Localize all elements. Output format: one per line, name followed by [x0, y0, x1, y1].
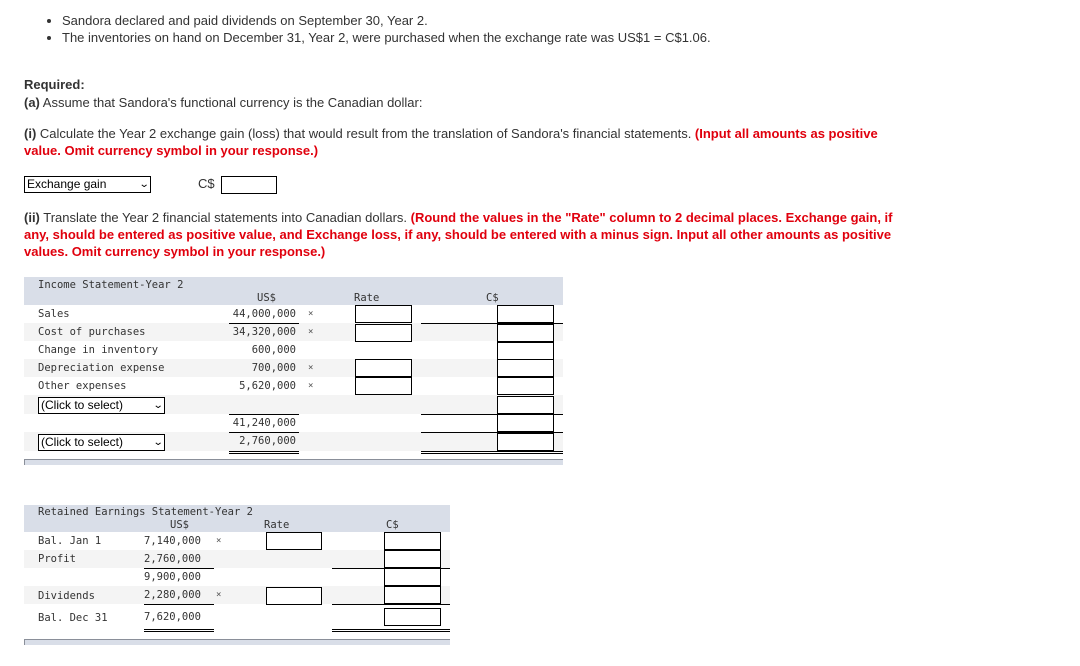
re-us-bal-jan-1: 7,140,000	[144, 535, 201, 547]
us-value-cost-of-purchases: 34,320,000	[232, 326, 296, 338]
income-col-cd: C$	[486, 292, 499, 304]
cd-input-total-expenses[interactable]	[497, 414, 554, 432]
bullet-inventories: The inventories on hand on December 31, …	[62, 29, 711, 46]
underline	[229, 432, 299, 433]
chevron-down-icon: ⌄	[152, 400, 164, 411]
translate-mark-icon: ×	[308, 309, 314, 319]
re-label-profit: Profit	[38, 553, 76, 565]
exchange-select-value: Exchange gain	[27, 177, 107, 191]
bullet-dividends: Sandora declared and paid dividends on S…	[62, 12, 711, 29]
re-cd-input-bal-jan-1[interactable]	[384, 532, 441, 550]
translate-mark-icon: ×	[216, 536, 222, 546]
re-cd-input-dividends[interactable]	[384, 586, 441, 604]
re-col-us: US$	[170, 519, 189, 531]
us-value-change-in-inventory: 600,000	[251, 344, 296, 356]
double-underline	[421, 451, 563, 454]
exchange-gain-loss-select[interactable]: Exchange gain ⌄	[24, 176, 151, 193]
row-label-change-in-inventory: Change in inventory	[38, 344, 159, 356]
rate-input-cost-of-purchases[interactable]	[355, 324, 412, 342]
cd-input-selected-line-1[interactable]	[497, 396, 554, 414]
re-cd-input-profit[interactable]	[384, 550, 441, 568]
part-a-label: (a)	[24, 95, 40, 110]
currency-prefix: C$	[198, 176, 215, 191]
part-a-text: (a) Assume that Sandora's functional cur…	[24, 95, 422, 110]
income-col-us: US$	[257, 292, 276, 304]
part-i-text: (i) Calculate the Year 2 exchange gain (…	[24, 125, 914, 159]
re-us-bal-dec-31: 7,620,000	[144, 611, 201, 623]
re-us-subtotal: 9,900,000	[144, 571, 201, 583]
translate-mark-icon: ×	[308, 381, 314, 391]
re-rate-input-dividends[interactable]	[266, 587, 322, 605]
part-ii-body: Translate the Year 2 financial statement…	[39, 210, 411, 225]
chevron-down-icon: ⌄	[138, 179, 150, 190]
us-profit: 2,760,000	[239, 435, 296, 447]
table-footer-bar	[24, 459, 563, 465]
double-underline	[229, 451, 299, 454]
re-cd-input-subtotal[interactable]	[384, 568, 441, 586]
income-title: Income Statement-Year 2	[38, 279, 184, 291]
re-col-rate: Rate	[264, 519, 290, 531]
income-statement-table: Income Statement-Year 2 US$ Rate C$ Sale…	[24, 277, 563, 465]
double-underline	[332, 629, 450, 632]
required-heading: Required:	[24, 77, 85, 92]
translate-mark-icon: ×	[216, 590, 222, 600]
translate-mark-icon: ×	[308, 363, 314, 373]
income-line-select-2[interactable]: (Click to select) ⌄	[38, 434, 165, 451]
cd-input-change-in-inventory[interactable]	[497, 342, 554, 360]
rate-input-depreciation-expense[interactable]	[355, 359, 412, 377]
cd-input-profit[interactable]	[497, 433, 554, 451]
row-label-other-expenses: Other expenses	[38, 380, 127, 392]
part-ii-text: (ii) Translate the Year 2 financial stat…	[24, 209, 904, 260]
us-value-other-expenses: 5,620,000	[239, 380, 296, 392]
row-label-depreciation-expense: Depreciation expense	[38, 362, 165, 374]
underline	[144, 604, 214, 605]
chevron-down-icon: ⌄	[152, 437, 164, 448]
part-a-body: Assume that Sandora's functional currenc…	[39, 95, 423, 110]
rate-input-other-expenses[interactable]	[355, 377, 412, 395]
exchange-amount-input[interactable]	[221, 176, 277, 194]
row-label-cost-of-purchases: Cost of purchases	[38, 326, 146, 338]
intro-bullets: Sandora declared and paid dividends on S…	[40, 12, 711, 46]
re-label-dividends: Dividends	[38, 590, 95, 602]
us-value-depreciation-expense: 700,000	[251, 362, 296, 374]
income-col-rate: Rate	[354, 292, 380, 304]
underline	[229, 414, 299, 415]
income-line-select-1[interactable]: (Click to select) ⌄	[38, 397, 165, 414]
part-i-body: Calculate the Year 2 exchange gain (loss…	[36, 126, 695, 141]
re-cd-input-bal-dec-31[interactable]	[384, 608, 441, 626]
underline	[144, 568, 214, 569]
row-label-sales: Sales	[38, 308, 70, 320]
re-label-bal-jan-1: Bal. Jan 1	[38, 535, 102, 547]
underline	[229, 323, 299, 324]
double-underline	[144, 629, 214, 632]
part-i-label: (i)	[24, 126, 37, 141]
re-rate-input-bal-jan-1[interactable]	[266, 532, 322, 550]
cd-input-other-expenses[interactable]	[497, 377, 554, 395]
cd-input-sales[interactable]	[497, 305, 554, 323]
select-value: (Click to select)	[41, 435, 124, 449]
translate-mark-icon: ×	[308, 327, 314, 337]
underline	[332, 604, 450, 605]
table-footer-bar	[24, 639, 450, 645]
re-us-dividends: 2,280,000	[144, 589, 201, 601]
re-label-bal-dec-31: Bal. Dec 31	[38, 612, 108, 624]
select-value: (Click to select)	[41, 398, 124, 412]
cd-input-cost-of-purchases[interactable]	[497, 324, 554, 342]
part-ii-label: (ii)	[24, 210, 40, 225]
re-col-cd: C$	[386, 519, 399, 531]
us-total-expenses: 41,240,000	[232, 417, 296, 429]
re-title: Retained Earnings Statement-Year 2	[38, 506, 253, 518]
cd-input-depreciation-expense[interactable]	[497, 359, 554, 377]
retained-earnings-table: Retained Earnings Statement-Year 2 US$ R…	[24, 505, 450, 650]
rate-input-sales[interactable]	[355, 305, 412, 323]
re-us-profit: 2,760,000	[144, 553, 201, 565]
us-value-sales: 44,000,000	[232, 308, 296, 320]
